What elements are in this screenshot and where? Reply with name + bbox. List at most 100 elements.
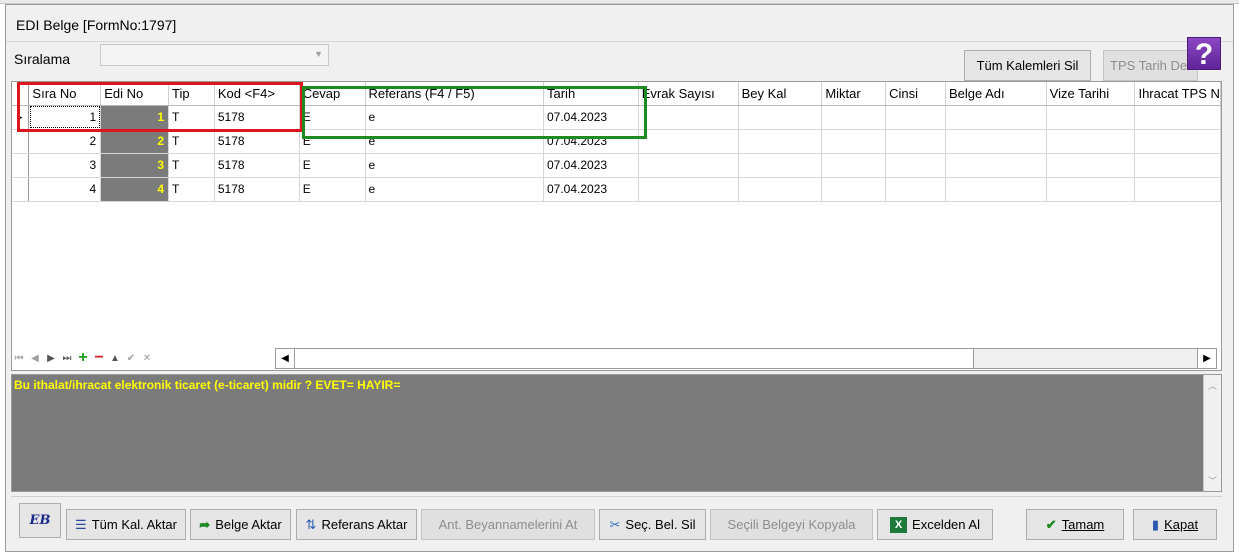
scroll-right-icon[interactable]: ▶	[1197, 349, 1216, 368]
eb-logo-button[interactable]: EB	[19, 503, 61, 538]
cell-tarih[interactable]: 07.04.2023	[543, 153, 639, 178]
first-record-icon[interactable]: ⏮	[11, 353, 27, 364]
cell-belge-adi[interactable]	[945, 129, 1047, 154]
col-bey-kal[interactable]: Bey Kal	[738, 82, 823, 106]
cancel-record-icon[interactable]: ✕	[139, 353, 155, 364]
scroll-down-icon[interactable]: ﹀	[1208, 474, 1217, 487]
table-row[interactable]: 3 3 T 5178 E e 07.04.2023	[12, 153, 1221, 178]
cell-sira-no[interactable]: 3	[28, 153, 102, 178]
cell-tarih[interactable]: 07.04.2023	[543, 177, 639, 202]
cell-ihracat-tps[interactable]	[1134, 153, 1221, 178]
next-record-icon[interactable]: ▶	[43, 353, 59, 364]
cell-kod[interactable]: 5178	[214, 153, 300, 178]
cell-ihracat-tps[interactable]	[1134, 105, 1221, 130]
cell-vize-tarihi[interactable]	[1046, 129, 1136, 154]
cell-evrak-sayisi[interactable]	[638, 129, 739, 154]
col-tarih[interactable]: Tarih	[543, 82, 639, 106]
col-vize-tarihi[interactable]: Vize Tarihi	[1046, 82, 1136, 106]
cell-belge-adi[interactable]	[945, 105, 1047, 130]
cell-kod[interactable]: 5178	[214, 177, 300, 202]
delete-record-icon[interactable]: −	[91, 349, 107, 367]
table-row[interactable]: 2 2 T 5178 E e 07.04.2023	[12, 129, 1221, 154]
delete-all-items-button[interactable]: Tüm Kalemleri Sil	[964, 50, 1091, 81]
col-miktar[interactable]: Miktar	[821, 82, 887, 106]
cell-bey-kal[interactable]	[738, 177, 823, 202]
help-question-icon[interactable]: ?	[1187, 37, 1221, 71]
cell-vize-tarihi[interactable]	[1046, 153, 1136, 178]
cell-vize-tarihi[interactable]	[1046, 105, 1136, 130]
copy-selected-button[interactable]: Seçili Belgeyi Kopyala	[710, 509, 873, 540]
sort-combo[interactable]: ▼	[100, 44, 329, 66]
cell-cinsi[interactable]	[885, 105, 946, 130]
col-belge-adi[interactable]: Belge Adı	[945, 82, 1047, 106]
cell-miktar[interactable]	[821, 129, 887, 154]
cell-edi-no[interactable]: 2	[100, 129, 170, 154]
info-memo[interactable]: Bu ithalat/ihracat elektronik ticaret (e…	[11, 374, 1222, 492]
cell-referans[interactable]: e	[365, 129, 544, 154]
cell-cinsi[interactable]	[885, 177, 946, 202]
cell-cevap[interactable]: E	[299, 153, 366, 178]
cell-cinsi[interactable]	[885, 129, 946, 154]
all-items-transfer-button[interactable]: ☰ Tüm Kal. Aktar	[66, 509, 186, 540]
col-edi-no[interactable]: Edi No	[100, 82, 170, 106]
col-tip[interactable]: Tip	[168, 82, 215, 106]
cell-tarih[interactable]: 07.04.2023	[543, 129, 639, 154]
cell-edi-no[interactable]: 4	[100, 177, 170, 202]
cell-miktar[interactable]	[821, 153, 887, 178]
cell-ihracat-tps[interactable]	[1134, 129, 1221, 154]
scroll-thumb[interactable]	[295, 349, 974, 368]
cell-sira-no[interactable]: 2	[28, 129, 102, 154]
cell-evrak-sayisi[interactable]	[638, 153, 739, 178]
col-sira-no[interactable]: Sıra No	[28, 82, 102, 106]
cell-belge-adi[interactable]	[945, 153, 1047, 178]
cell-referans[interactable]: e	[365, 177, 544, 202]
scroll-left-icon[interactable]: ◀	[276, 349, 295, 368]
cell-tip[interactable]: T	[168, 153, 215, 178]
cell-referans[interactable]: e	[365, 105, 544, 130]
cell-miktar[interactable]	[821, 177, 887, 202]
ref-transfer-button[interactable]: ⇅ Referans Aktar	[296, 509, 417, 540]
col-ihracat-tps[interactable]: Ihracat TPS N	[1134, 82, 1221, 106]
cell-cevap[interactable]: E	[299, 177, 366, 202]
cell-evrak-sayisi[interactable]	[638, 105, 739, 130]
cell-cinsi[interactable]	[885, 153, 946, 178]
ok-button[interactable]: ✔ Tamam	[1026, 509, 1124, 540]
post-record-icon[interactable]: ✔	[123, 353, 139, 364]
edi-grid[interactable]: Sıra No Edi No Tip Kod <F4> Cevap Refera…	[11, 81, 1222, 371]
table-row[interactable]: 4 4 T 5178 E e 07.04.2023	[12, 177, 1221, 202]
delete-selected-button[interactable]: ✂ Seç. Bel. Sil	[599, 509, 706, 540]
cell-miktar[interactable]	[821, 105, 887, 130]
cell-bey-kal[interactable]	[738, 105, 823, 130]
cell-edi-no[interactable]: 1	[100, 105, 170, 130]
from-excel-button[interactable]: X Excelden Al	[877, 509, 993, 540]
cell-bey-kal[interactable]	[738, 129, 823, 154]
cell-kod[interactable]: 5178	[214, 129, 300, 154]
col-cevap[interactable]: Cevap	[299, 82, 366, 106]
horizontal-scrollbar[interactable]: ◀ ▶	[275, 348, 1217, 369]
col-evrak-sayisi[interactable]: Evrak Sayısı	[638, 82, 739, 106]
col-cinsi[interactable]: Cinsi	[885, 82, 946, 106]
cell-ihracat-tps[interactable]	[1134, 177, 1221, 202]
cell-kod[interactable]: 5178	[214, 105, 300, 130]
cell-belge-adi[interactable]	[945, 177, 1047, 202]
last-record-icon[interactable]: ⏭	[59, 353, 75, 364]
ant-declarations-button[interactable]: Ant. Beyannamelerini At	[421, 509, 595, 540]
insert-record-icon[interactable]: +	[75, 349, 91, 367]
col-kod[interactable]: Kod <F4>	[214, 82, 300, 106]
cell-bey-kal[interactable]	[738, 153, 823, 178]
cell-sira-no[interactable]: 4	[28, 177, 102, 202]
edit-record-icon[interactable]: ▲	[107, 353, 123, 364]
cell-cevap[interactable]: E	[299, 105, 366, 130]
table-row[interactable]: ▸ 1 1 T 5178 E e 07.04.2023	[12, 105, 1221, 130]
cell-tarih[interactable]: 07.04.2023	[543, 105, 639, 130]
col-referans[interactable]: Referans (F4 / F5)	[365, 82, 544, 106]
cell-edi-no[interactable]: 3	[100, 153, 170, 178]
prev-record-icon[interactable]: ◀	[27, 353, 43, 364]
tps-date-button[interactable]: TPS Tarih De	[1103, 50, 1198, 81]
cell-tip[interactable]: T	[168, 105, 215, 130]
close-button[interactable]: ▮ Kapat	[1133, 509, 1217, 540]
cell-referans[interactable]: e	[365, 153, 544, 178]
cell-sira-no[interactable]: 1	[28, 105, 102, 130]
cell-vize-tarihi[interactable]	[1046, 177, 1136, 202]
cell-evrak-sayisi[interactable]	[638, 177, 739, 202]
